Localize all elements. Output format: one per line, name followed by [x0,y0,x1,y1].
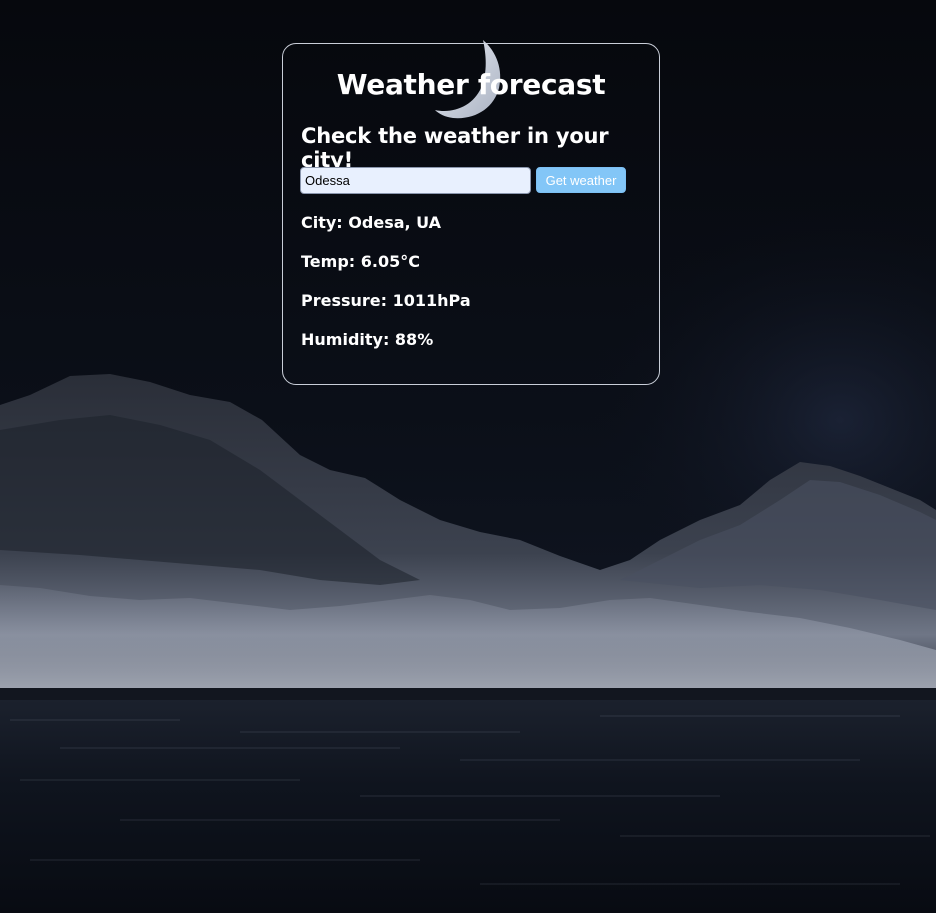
page-title: Weather forecast [336,68,606,101]
city-label: City: [301,213,349,232]
pressure-value: 1011hPa [392,291,471,310]
city-value: Odesa, UA [348,213,442,232]
temp-label: Temp: [301,252,361,271]
temp-result: Temp: 6.05°C [301,252,420,271]
weather-card: Weather forecast Check the weather in yo… [282,40,660,385]
temp-value: 6.05°C [360,252,420,271]
city-result: City: Odesa, UA [301,213,441,232]
pressure-label: Pressure: [301,291,393,310]
page-subtitle: Check the weather in your city! [301,124,609,172]
pressure-result: Pressure: 1011hPa [301,291,471,310]
humidity-label: Humidity: [301,330,395,349]
humidity-result: Humidity: 88% [301,330,433,349]
search-form: Get weather [300,167,626,194]
get-weather-button[interactable]: Get weather [536,167,626,193]
city-input[interactable] [300,167,531,194]
humidity-value: 88% [394,330,434,349]
